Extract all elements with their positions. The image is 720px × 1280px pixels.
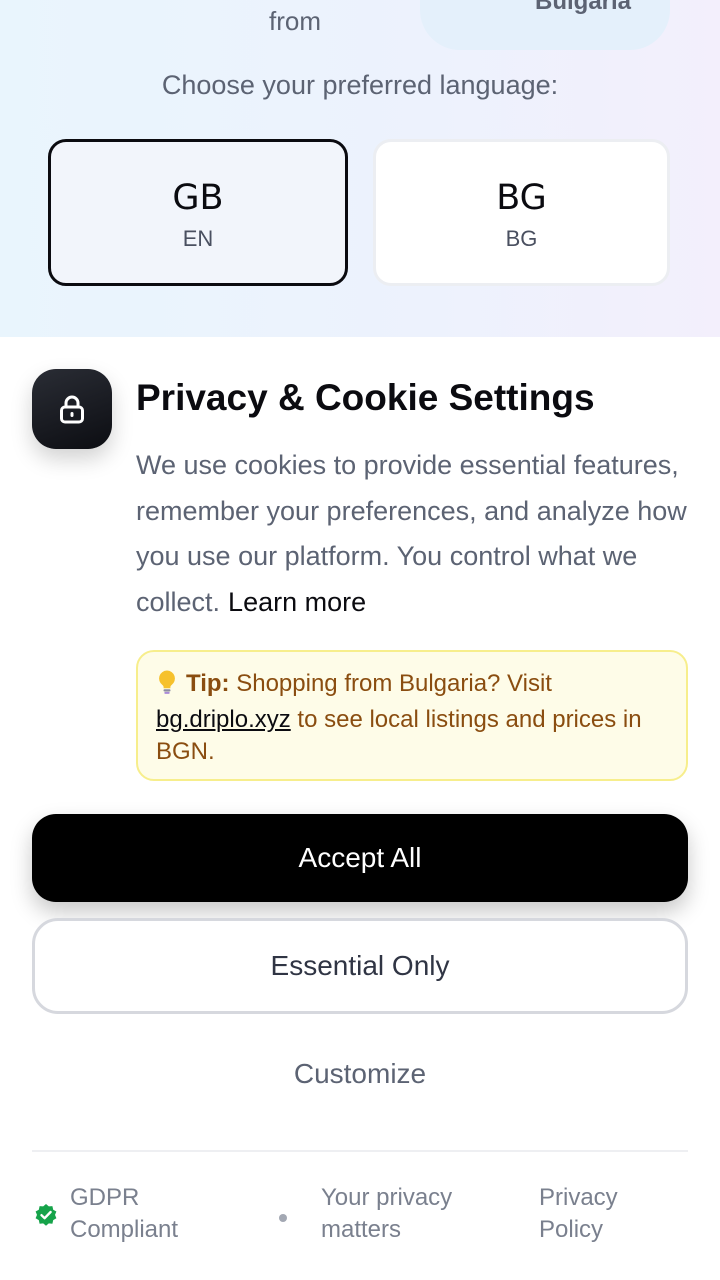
gdpr-compliant-label: GDPR Compliant bbox=[70, 1184, 179, 1243]
customize-button[interactable]: Customize bbox=[210, 1044, 510, 1104]
tip-text-before: Shopping from Bulgaria? Visit bbox=[236, 670, 552, 697]
cookie-consent-sheet: Privacy & Cookie Settings We use cookies… bbox=[0, 337, 720, 1280]
footer-separator-dot bbox=[279, 1214, 287, 1222]
language-code: GB bbox=[172, 178, 224, 218]
learn-more-link[interactable]: Learn more bbox=[228, 587, 366, 617]
language-sub-label: BG bbox=[505, 226, 538, 251]
language-option-en[interactable]: GB EN bbox=[48, 139, 348, 286]
from-label: from bbox=[269, 6, 321, 36]
privacy-matters-label: Your privacy matters bbox=[321, 1184, 453, 1243]
essential-only-button[interactable]: Essential Only bbox=[32, 918, 688, 1014]
language-selector-section: from Bulgaria Choose your preferred lang… bbox=[0, 0, 720, 337]
language-code: BG bbox=[496, 178, 547, 218]
consent-title: Privacy & Cookie Settings bbox=[136, 377, 595, 418]
choose-language-label: Choose your preferred language: bbox=[161, 70, 559, 100]
tip-box: Tip: Shopping from Bulgaria? Visit bg.dr… bbox=[136, 650, 688, 781]
language-option-bg[interactable]: BG BG bbox=[373, 139, 670, 286]
bg-site-link[interactable]: bg.driplo.xyz bbox=[156, 706, 291, 733]
accept-all-button[interactable]: Accept All bbox=[32, 814, 688, 902]
language-sub-label: EN bbox=[182, 226, 214, 251]
tip-label: Tip: bbox=[186, 670, 230, 697]
footer-divider bbox=[32, 1150, 688, 1152]
consent-description: We use cookies to provide essential feat… bbox=[136, 443, 696, 625]
check-circle-icon bbox=[34, 1203, 58, 1227]
lock-icon bbox=[32, 369, 112, 449]
privacy-policy-link[interactable]: Privacy Policy bbox=[539, 1182, 659, 1246]
description-text: We use cookies to provide essential feat… bbox=[136, 450, 687, 617]
country-name: Bulgaria bbox=[535, 0, 632, 15]
lightbulb-icon bbox=[156, 669, 186, 704]
